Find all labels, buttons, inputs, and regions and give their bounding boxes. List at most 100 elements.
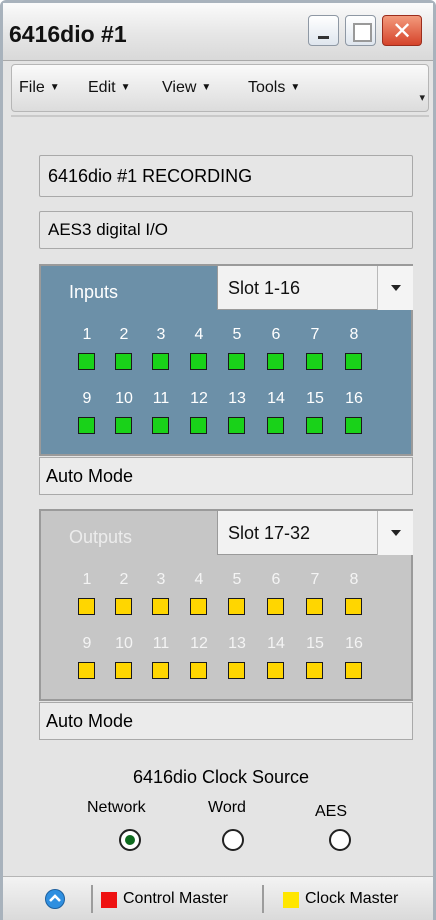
status-bar: Control Master Clock Master [3, 876, 433, 920]
toolbar-separator [11, 115, 429, 117]
channel-number: 1 [82, 571, 92, 588]
inputs-slot-dropdown[interactable]: Slot 1-16 [217, 266, 413, 310]
channel-number: 10 [115, 390, 133, 407]
channel-number: 2 [119, 571, 129, 588]
maximize-button[interactable] [345, 15, 376, 46]
channel-led [78, 353, 95, 370]
channel-number: 9 [82, 390, 92, 407]
control-master-indicator [101, 892, 117, 908]
channel-led [190, 417, 207, 434]
channel-number: 8 [349, 326, 359, 343]
channel-number: 3 [156, 326, 166, 343]
channel-number: 13 [228, 390, 246, 407]
channel-led [115, 353, 132, 370]
control-master-label: Control Master [123, 890, 228, 907]
status-divider [262, 885, 264, 913]
chevron-down-icon[interactable] [377, 511, 413, 555]
radio-word[interactable] [222, 829, 244, 851]
channel-number: 5 [232, 571, 242, 588]
outputs-mode-field: Auto Mode [39, 702, 413, 740]
channel-led [228, 598, 245, 615]
menu-bar: File ▼ Edit ▼ View ▼ Tools ▼ ▾ [11, 64, 429, 112]
menu-edit[interactable]: Edit ▼ [88, 79, 130, 97]
channel-number: 3 [156, 571, 166, 588]
channel-number: 12 [190, 390, 208, 407]
chevron-down-icon[interactable] [377, 266, 413, 310]
io-type-field: AES3 digital I/O [39, 211, 413, 249]
menu-tools[interactable]: Tools ▼ [248, 79, 300, 97]
channel-number: 12 [190, 635, 208, 652]
clock-source-title: 6416dio Clock Source [132, 767, 310, 787]
channel-led [306, 662, 323, 679]
title-bar[interactable]: 6416dio #1 ✕ [3, 3, 433, 61]
channel-led [345, 353, 362, 370]
radio-network[interactable] [119, 829, 141, 851]
dropdown-arrow-icon: ▼ [201, 82, 212, 93]
channel-led [152, 353, 169, 370]
channel-led [190, 353, 207, 370]
inputs-slot-value: Slot 1-16 [228, 278, 301, 298]
channel-led [267, 598, 284, 615]
channel-number: 7 [310, 571, 320, 588]
outputs-slot-value: Slot 17-32 [228, 523, 311, 543]
channel-number: 4 [194, 326, 204, 343]
channel-number: 1 [82, 326, 92, 343]
minimize-button[interactable] [308, 15, 339, 46]
channel-led [306, 417, 323, 434]
channel-number: 15 [306, 390, 324, 407]
channel-number: 2 [119, 326, 129, 343]
channel-led [115, 662, 132, 679]
channel-led [152, 417, 169, 434]
channel-number: 4 [194, 571, 204, 588]
channel-led [78, 662, 95, 679]
channel-led [267, 353, 284, 370]
channel-number: 6 [271, 326, 281, 343]
status-divider [91, 885, 93, 913]
menu-overflow-icon[interactable]: ▾ [419, 91, 425, 104]
channel-number: 9 [82, 635, 92, 652]
channel-led [267, 662, 284, 679]
outputs-panel: Outputs Slot 17-32 1 2 3 4 5 6 7 8 9 10 11 12 13 14 15… [39, 509, 413, 701]
radio-label-network: Network [87, 799, 146, 816]
channel-number: 16 [345, 390, 363, 407]
channel-led [78, 417, 95, 434]
device-title-field: 6416dio #1 RECORDING [39, 155, 413, 197]
channel-led [190, 598, 207, 615]
channel-led [78, 598, 95, 615]
dropdown-arrow-icon: ▼ [290, 82, 301, 93]
channel-number: 16 [345, 635, 363, 652]
outputs-label: Outputs [69, 527, 133, 547]
radio-label-word: Word [208, 799, 246, 816]
app-window: 6416dio #1 ✕ File ▼ Edit ▼ View ▼ Tools ▼ ▾ … [0, 0, 436, 920]
channel-led [306, 598, 323, 615]
channel-number: 11 [152, 390, 170, 407]
channel-led [345, 662, 362, 679]
channel-number: 7 [310, 326, 320, 343]
channel-number: 14 [267, 390, 285, 407]
radio-label-aes: AES [315, 803, 348, 820]
channel-number: 14 [267, 635, 285, 652]
radio-aes[interactable] [329, 829, 351, 851]
channel-led [345, 598, 362, 615]
channel-led [190, 662, 207, 679]
channel-led [228, 417, 245, 434]
outputs-slot-dropdown[interactable]: Slot 17-32 [217, 511, 413, 555]
channel-led [115, 598, 132, 615]
clock-master-indicator [283, 892, 299, 908]
channel-number: 10 [115, 635, 133, 652]
dropdown-arrow-icon: ▼ [120, 82, 131, 93]
clock-master-label: Clock Master [305, 890, 399, 907]
menu-file[interactable]: File ▼ [19, 79, 60, 97]
dropdown-arrow-icon: ▼ [49, 82, 60, 93]
close-icon: ✕ [391, 18, 413, 45]
channel-led [152, 598, 169, 615]
channel-led [267, 417, 284, 434]
channel-number: 6 [271, 571, 281, 588]
inputs-mode-field: Auto Mode [39, 457, 413, 495]
inputs-label: Inputs [69, 282, 119, 302]
channel-led [228, 353, 245, 370]
chevron-up-icon[interactable] [45, 889, 65, 909]
menu-view[interactable]: View ▼ [162, 79, 211, 97]
channel-number: 8 [349, 571, 359, 588]
close-button[interactable]: ✕ [382, 15, 422, 46]
